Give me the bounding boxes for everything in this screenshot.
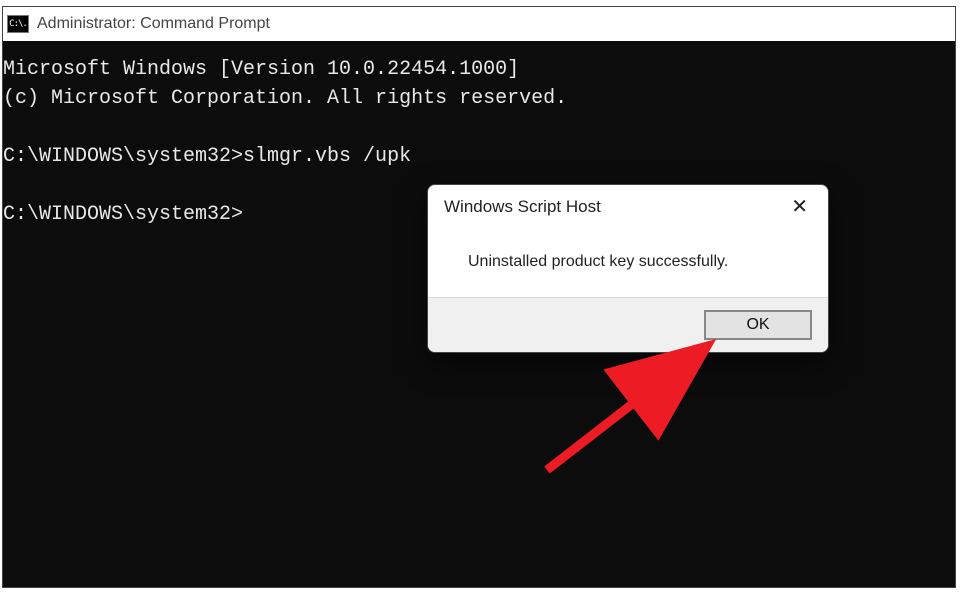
terminal-line: (c) Microsoft Corporation. All rights re… [3, 87, 567, 110]
dialog-title: Windows Script Host [444, 197, 601, 217]
close-icon[interactable]: ✕ [783, 195, 816, 219]
script-host-dialog: Windows Script Host ✕ Uninstalled produc… [427, 184, 829, 353]
dialog-body: Uninstalled product key successfully. [428, 225, 828, 297]
ok-button[interactable]: OK [704, 310, 812, 340]
terminal-prompt: C:\WINDOWS\system32>slmgr.vbs /upk [3, 145, 411, 168]
dialog-message: Uninstalled product key successfully. [468, 253, 728, 270]
titlebar[interactable]: C:\. Administrator: Command Prompt [3, 7, 955, 41]
dialog-footer: OK [428, 297, 828, 352]
cmd-icon-text: C:\. [9, 19, 27, 29]
dialog-header[interactable]: Windows Script Host ✕ [428, 185, 828, 225]
terminal-prompt-current: C:\WINDOWS\system32> [3, 203, 243, 226]
cmd-icon: C:\. [7, 15, 29, 33]
terminal-line: Microsoft Windows [Version 10.0.22454.10… [3, 58, 519, 81]
window-title: Administrator: Command Prompt [37, 15, 270, 33]
